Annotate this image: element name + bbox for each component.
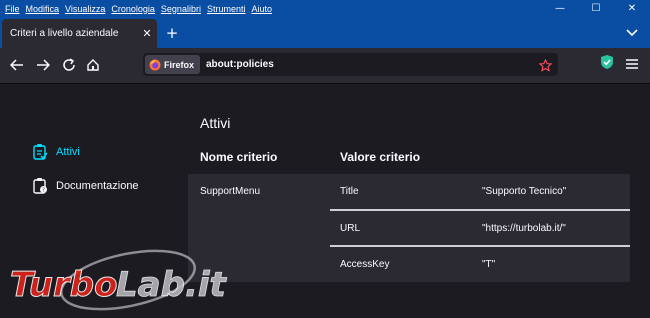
menu-strumenti[interactable]: Strumenti xyxy=(207,4,246,14)
policy-key-title: Title xyxy=(340,186,359,197)
shield-check-icon xyxy=(601,55,613,69)
policy-value-url: "https://turbolab.it/" xyxy=(482,223,566,234)
url-input[interactable]: about:policies xyxy=(206,59,274,70)
back-button[interactable] xyxy=(6,54,28,76)
hamburger-menu-icon xyxy=(626,59,638,69)
clipboard-check-icon xyxy=(33,144,48,160)
identity-label: Firefox xyxy=(164,59,195,70)
close-icon: ✕ xyxy=(627,3,637,14)
reload-icon xyxy=(63,58,75,71)
minimize-button[interactable]: — xyxy=(542,0,578,17)
maximize-button[interactable]: ☐ xyxy=(578,0,614,17)
identity-box[interactable]: Firefox xyxy=(145,55,200,74)
extension-shield-button[interactable] xyxy=(600,54,614,74)
tab-title: Criteri a livello aziendale xyxy=(10,28,119,39)
firefox-logo-icon xyxy=(149,59,161,70)
policy-key-accesskey: AccessKey xyxy=(340,259,390,270)
app-menu-button[interactable] xyxy=(625,55,641,71)
forward-button[interactable] xyxy=(32,54,54,76)
maximize-icon: ☐ xyxy=(591,3,601,14)
new-tab-button[interactable]: + xyxy=(162,23,182,43)
menu-cronologia[interactable]: Cronologia xyxy=(111,4,155,14)
clipboard-help-icon: ? xyxy=(33,178,47,194)
policy-value-accesskey: "T" xyxy=(482,259,496,270)
star-icon xyxy=(538,58,553,72)
home-icon xyxy=(87,59,99,71)
window-controls: — ☐ ✕ xyxy=(542,0,650,17)
svg-text:?: ? xyxy=(42,188,45,194)
menu-visualizza[interactable]: Visualizza xyxy=(65,4,105,14)
reload-button[interactable] xyxy=(58,54,80,76)
row-divider xyxy=(330,245,630,247)
back-arrow-icon xyxy=(10,59,23,71)
policy-name: SupportMenu xyxy=(200,186,261,197)
menu-segnalibri[interactable]: Segnalibri xyxy=(161,4,201,14)
page-title: Attivi xyxy=(200,115,231,131)
menu-bar: File Modifica Visualizza Cronologia Segn… xyxy=(0,0,650,17)
tab-policies[interactable]: Criteri a livello aziendale ✕ xyxy=(2,19,157,48)
menu-list: File Modifica Visualizza Cronologia Segn… xyxy=(0,4,278,14)
row-divider xyxy=(330,209,630,211)
tab-close-icon[interactable]: ✕ xyxy=(137,27,157,40)
sidebar-item-label: Documentazione xyxy=(56,179,139,192)
sidebar-item-label: Attivi xyxy=(56,145,80,158)
menu-modifica[interactable]: Modifica xyxy=(26,4,60,14)
close-window-button[interactable]: ✕ xyxy=(614,0,650,17)
tab-strip: Criteri a livello aziendale ✕ + xyxy=(0,17,650,48)
menu-aiuto[interactable]: Aiuto xyxy=(251,4,272,14)
forward-arrow-icon xyxy=(37,59,50,71)
menu-file[interactable]: File xyxy=(5,4,20,14)
home-button[interactable] xyxy=(82,54,104,76)
policy-value-title: "Supporto Tecnico" xyxy=(482,186,567,197)
policy-key-url: URL xyxy=(340,223,361,234)
column-header-value: Valore criterio xyxy=(340,150,421,164)
bookmark-star-button[interactable] xyxy=(538,57,553,76)
sidebar-item-attivi[interactable]: Attivi xyxy=(32,143,80,160)
column-header-name: Nome criterio xyxy=(200,150,278,164)
sidebar-item-documentazione[interactable]: ? Documentazione xyxy=(32,177,139,194)
minimize-icon: — xyxy=(555,3,565,14)
list-all-tabs-button[interactable] xyxy=(624,25,640,41)
svg-text:Turbo: Turbo xyxy=(10,265,117,305)
chevron-down-icon xyxy=(626,29,638,37)
